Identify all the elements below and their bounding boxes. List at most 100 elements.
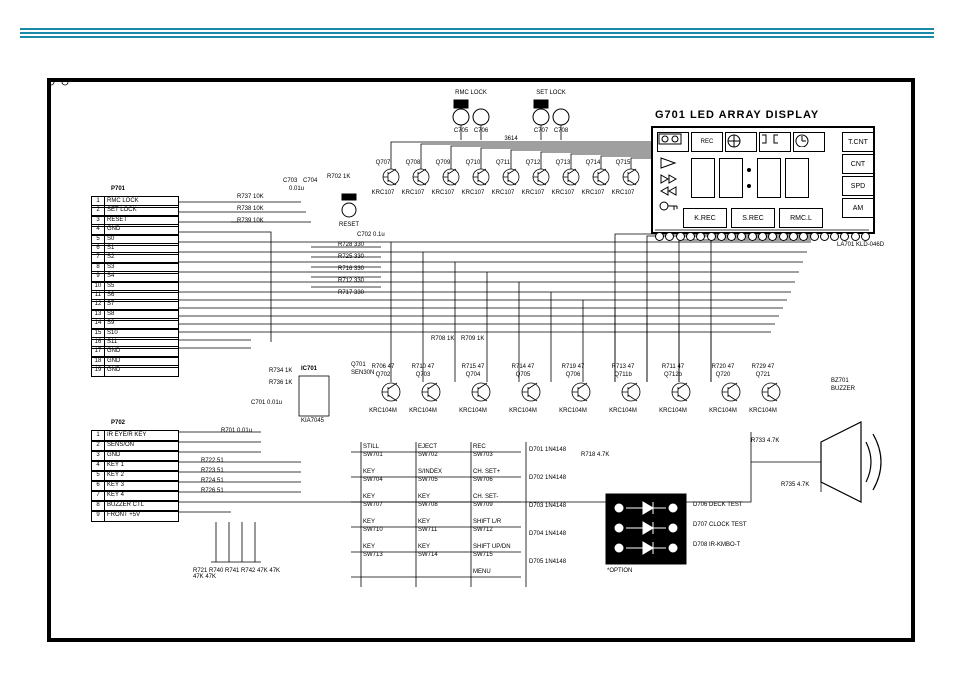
display-module-label: LA701 KLD-046D (837, 242, 884, 248)
matrix-diode-4: D705 1N4148 (529, 559, 566, 565)
key-4-1: KEY (418, 544, 430, 550)
disp-colon-bot (747, 184, 751, 188)
key-sw-1-2: SW706 (473, 477, 493, 483)
toptrans-type-1: KRC107 (402, 190, 425, 196)
key-4-0: KEY (363, 544, 375, 550)
key-3-2: SHIFT L/R (473, 519, 501, 525)
r725: R725 330 (338, 254, 364, 260)
p702-pin-9: 9FRONT +5V (91, 510, 179, 522)
reset-label: RESET (339, 222, 359, 228)
key-3-1: KEY (418, 519, 430, 525)
disp-rmcl: RMC.L (779, 208, 823, 228)
display-pin-4 (686, 232, 695, 241)
bottrans-0: Q702 (376, 372, 391, 378)
bottrans-t-2: KRC104M (459, 408, 487, 414)
key-2-1: KEY (418, 494, 430, 500)
r712: R712 330 (338, 278, 364, 284)
display-pin-16 (810, 232, 819, 241)
display-pin-10 (748, 232, 757, 241)
cap-c706: C706 (474, 128, 488, 134)
disp-digit-1 (691, 158, 715, 198)
matrix-diode-2: D703 1N4148 (529, 503, 566, 509)
q701t: SEN30N (351, 370, 374, 376)
disp-icon-disc (725, 132, 757, 152)
bottrans-t-0: KRC104M (369, 408, 397, 414)
toptrans-type-7: KRC107 (582, 190, 605, 196)
c701: C701 0.01u (251, 400, 282, 406)
r735b: R735 4.7K (781, 482, 809, 488)
ic701: IC701 (301, 366, 317, 372)
jack-rmclock-label: RMC LOCK (455, 90, 487, 96)
key-0-2: REC (473, 444, 486, 450)
r739: R739 10K (237, 218, 264, 224)
r716: R716 330 (338, 266, 364, 272)
display-pin-20 (851, 232, 860, 241)
q701: Q701 (351, 362, 366, 368)
cap-c707: C707 (534, 128, 548, 134)
p702-label: P702 (111, 420, 125, 426)
r737: R737 10K (237, 194, 264, 200)
bottrans-r-8: R729 47 (752, 364, 775, 370)
bottrans-r-2: R715 47 (462, 364, 485, 370)
disp-icon-timer (793, 132, 825, 152)
toptrans-Q709: Q709 (436, 160, 451, 166)
matrix-diode-1: D702 1N4148 (529, 475, 566, 481)
c703: C703 (283, 178, 297, 184)
key-0-0: STILL (363, 444, 379, 450)
bottrans-r-1: R710 47 (412, 364, 435, 370)
key-3-0: KEY (363, 519, 375, 525)
disp-cnt: CNT (842, 154, 874, 174)
bottrans-r-5: R713 47 (612, 364, 635, 370)
r728: R728 330 (338, 242, 364, 248)
bottrans-r-0: R706 47 (372, 364, 395, 370)
toptrans-Q710: Q710 (466, 160, 481, 166)
disp-am: AM (842, 198, 874, 218)
key-2-0: KEY (363, 494, 375, 500)
d706: D706 DECK TEST (693, 502, 743, 508)
disp-rec: REC (691, 132, 723, 152)
display-pin-7 (717, 232, 726, 241)
key-sw-3-1: SW711 (418, 527, 437, 533)
toptrans-type-5: KRC107 (522, 190, 545, 196)
bottrans-r-3: R714 47 (512, 364, 535, 370)
toptrans-type-0: KRC107 (372, 190, 395, 196)
key-sw-2-2: SW709 (473, 502, 493, 508)
display-pin-1 (655, 232, 664, 241)
bottrans-7: Q720 (716, 372, 731, 378)
toptrans-Q715: Q715 (616, 160, 631, 166)
cap-3614: 3614 (504, 136, 517, 142)
bottrans-1: Q703 (416, 372, 431, 378)
bottrans-t-4: KRC104M (559, 408, 587, 414)
toptrans-type-3: KRC107 (462, 190, 485, 196)
display-pin-14 (789, 232, 798, 241)
display-pin-6 (707, 232, 716, 241)
r738: R738 10K (237, 206, 264, 212)
toptrans-Q714: Q714 (586, 160, 601, 166)
disp-spd: SPD (842, 176, 874, 196)
cap-c705: C705 (454, 128, 468, 134)
key-sw-4-2: SW715 (473, 552, 493, 558)
key-sw-0-1: SW702 (418, 452, 438, 458)
bottrans-4: Q706 (566, 372, 581, 378)
disp-digit-4 (785, 158, 809, 198)
r701: R701 0.01u (221, 428, 252, 434)
display-pin-17 (820, 232, 829, 241)
key-sw-4-0: SW713 (363, 552, 383, 558)
bz-label: BUZZER (831, 386, 855, 392)
bottrans-r-7: R720 47 (712, 364, 735, 370)
p701-label: P701 (111, 186, 125, 192)
toptrans-Q708: Q708 (406, 160, 421, 166)
key-1-2: CH. SET+ (473, 469, 500, 475)
bottrans-2: Q704 (466, 372, 481, 378)
c702: C702 0.1u (357, 232, 385, 238)
c704: C704 (303, 178, 317, 184)
d708: D708 IR-KMBO-T (693, 542, 740, 548)
key-sw-1-1: SW705 (418, 477, 438, 483)
bottrans-t-3: KRC104M (509, 408, 537, 414)
bottrans-3: Q705 (516, 372, 531, 378)
toptrans-Q713: Q713 (556, 160, 571, 166)
toptrans-type-6: KRC107 (552, 190, 575, 196)
disp-colon-top (747, 168, 751, 172)
c703v: 0.01u (289, 186, 304, 192)
toptrans-type-4: KRC107 (492, 190, 515, 196)
